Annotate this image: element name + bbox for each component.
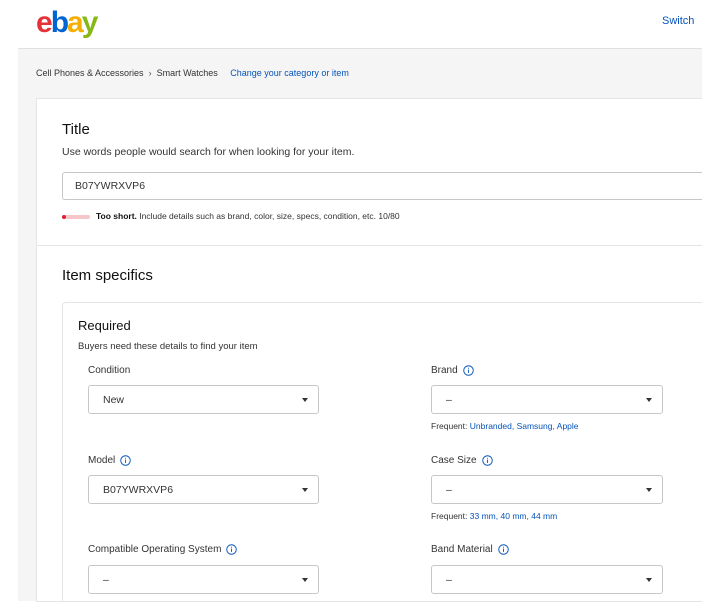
frequent-label: Frequent: bbox=[431, 421, 468, 431]
brand-select[interactable]: – bbox=[431, 385, 663, 414]
brand-frequent: Frequent: Unbranded, Samsung, Apple bbox=[431, 421, 579, 431]
breadcrumb-item-category[interactable]: Cell Phones & Accessories bbox=[36, 68, 144, 78]
logo-letter-b: b bbox=[50, 6, 69, 39]
breadcrumb-separator: › bbox=[148, 68, 152, 78]
chevron-down-icon bbox=[302, 578, 308, 582]
chevron-down-icon bbox=[302, 398, 308, 402]
brand-select-value: – bbox=[446, 394, 452, 406]
title-length-meter bbox=[62, 215, 90, 219]
logo-letter-y: y bbox=[81, 6, 99, 39]
model-label-text: Model bbox=[88, 455, 116, 466]
case-size-select[interactable]: – bbox=[431, 475, 663, 504]
chevron-down-icon bbox=[646, 578, 652, 582]
breadcrumb-item-subcategory[interactable]: Smart Watches bbox=[157, 68, 218, 78]
condition-select-value: New bbox=[103, 394, 125, 406]
title-subtitle: Use words people would search for when l… bbox=[62, 146, 355, 158]
frequent-option-apple[interactable]: Apple bbox=[557, 421, 579, 431]
case-size-label: Case Size bbox=[431, 455, 493, 466]
breadcrumb: Cell Phones & Accessories › Smart Watches … bbox=[36, 68, 349, 78]
switch-link[interactable]: Switch bbox=[662, 15, 702, 27]
os-label: Compatible Operating System bbox=[88, 544, 238, 555]
band-material-label-text: Band Material bbox=[431, 544, 493, 555]
title-input[interactable]: B07YWRXVP6 bbox=[62, 172, 702, 200]
info-icon[interactable] bbox=[462, 365, 474, 376]
frequent-option-44mm[interactable]: 44 mm bbox=[531, 511, 557, 521]
frequent-option-unbranded[interactable]: Unbranded bbox=[470, 421, 512, 431]
condition-label: Condition bbox=[88, 365, 130, 376]
info-icon[interactable] bbox=[481, 455, 493, 466]
title-length-hint: Include details such as brand, color, si… bbox=[136, 211, 400, 221]
title-length-status: Too short. bbox=[96, 211, 137, 221]
title-heading: Title bbox=[62, 121, 90, 138]
case-size-label-text: Case Size bbox=[431, 455, 477, 466]
chevron-down-icon bbox=[646, 488, 652, 492]
model-label: Model bbox=[88, 455, 131, 466]
band-material-label: Band Material bbox=[431, 544, 509, 555]
frequent-option-40mm[interactable]: 40 mm bbox=[501, 511, 527, 521]
title-length-meter-fill bbox=[62, 215, 66, 219]
model-select-value: B07YWRXVP6 bbox=[103, 484, 174, 496]
section-divider bbox=[36, 245, 702, 246]
ebay-logo[interactable]: ebay bbox=[36, 6, 99, 40]
top-bar: ebay Switch bbox=[0, 0, 702, 48]
band-material-select[interactable]: – bbox=[431, 565, 663, 594]
brand-label-text: Brand bbox=[431, 365, 458, 376]
frequent-label: Frequent: bbox=[431, 511, 468, 521]
required-heading: Required bbox=[78, 318, 131, 333]
title-length-message: Too short. Include details such as brand… bbox=[96, 211, 400, 221]
os-label-text: Compatible Operating System bbox=[88, 544, 222, 555]
info-icon[interactable] bbox=[497, 544, 509, 555]
os-select[interactable]: – bbox=[88, 565, 319, 594]
case-size-frequent: Frequent: 33 mm, 40 mm, 44 mm bbox=[431, 511, 558, 521]
brand-label: Brand bbox=[431, 365, 474, 376]
condition-select[interactable]: New bbox=[88, 385, 319, 414]
model-select[interactable]: B07YWRXVP6 bbox=[88, 475, 319, 504]
band-material-select-value: – bbox=[446, 574, 452, 586]
case-size-select-value: – bbox=[446, 484, 452, 496]
logo-letter-a: a bbox=[67, 6, 84, 39]
change-category-link[interactable]: Change your category or item bbox=[230, 68, 349, 78]
info-icon[interactable] bbox=[120, 455, 131, 466]
item-specifics-heading: Item specifics bbox=[62, 267, 153, 284]
logo-letter-e: e bbox=[36, 6, 53, 39]
chevron-down-icon bbox=[302, 488, 308, 492]
os-select-value: – bbox=[103, 574, 109, 586]
info-icon[interactable] bbox=[226, 544, 238, 555]
frequent-option-samsung[interactable]: Samsung bbox=[517, 421, 553, 431]
frequent-option-33mm[interactable]: 33 mm bbox=[470, 511, 496, 521]
required-subtitle: Buyers need these details to find your i… bbox=[78, 341, 258, 352]
chevron-down-icon bbox=[646, 398, 652, 402]
condition-label-text: Condition bbox=[88, 365, 131, 376]
